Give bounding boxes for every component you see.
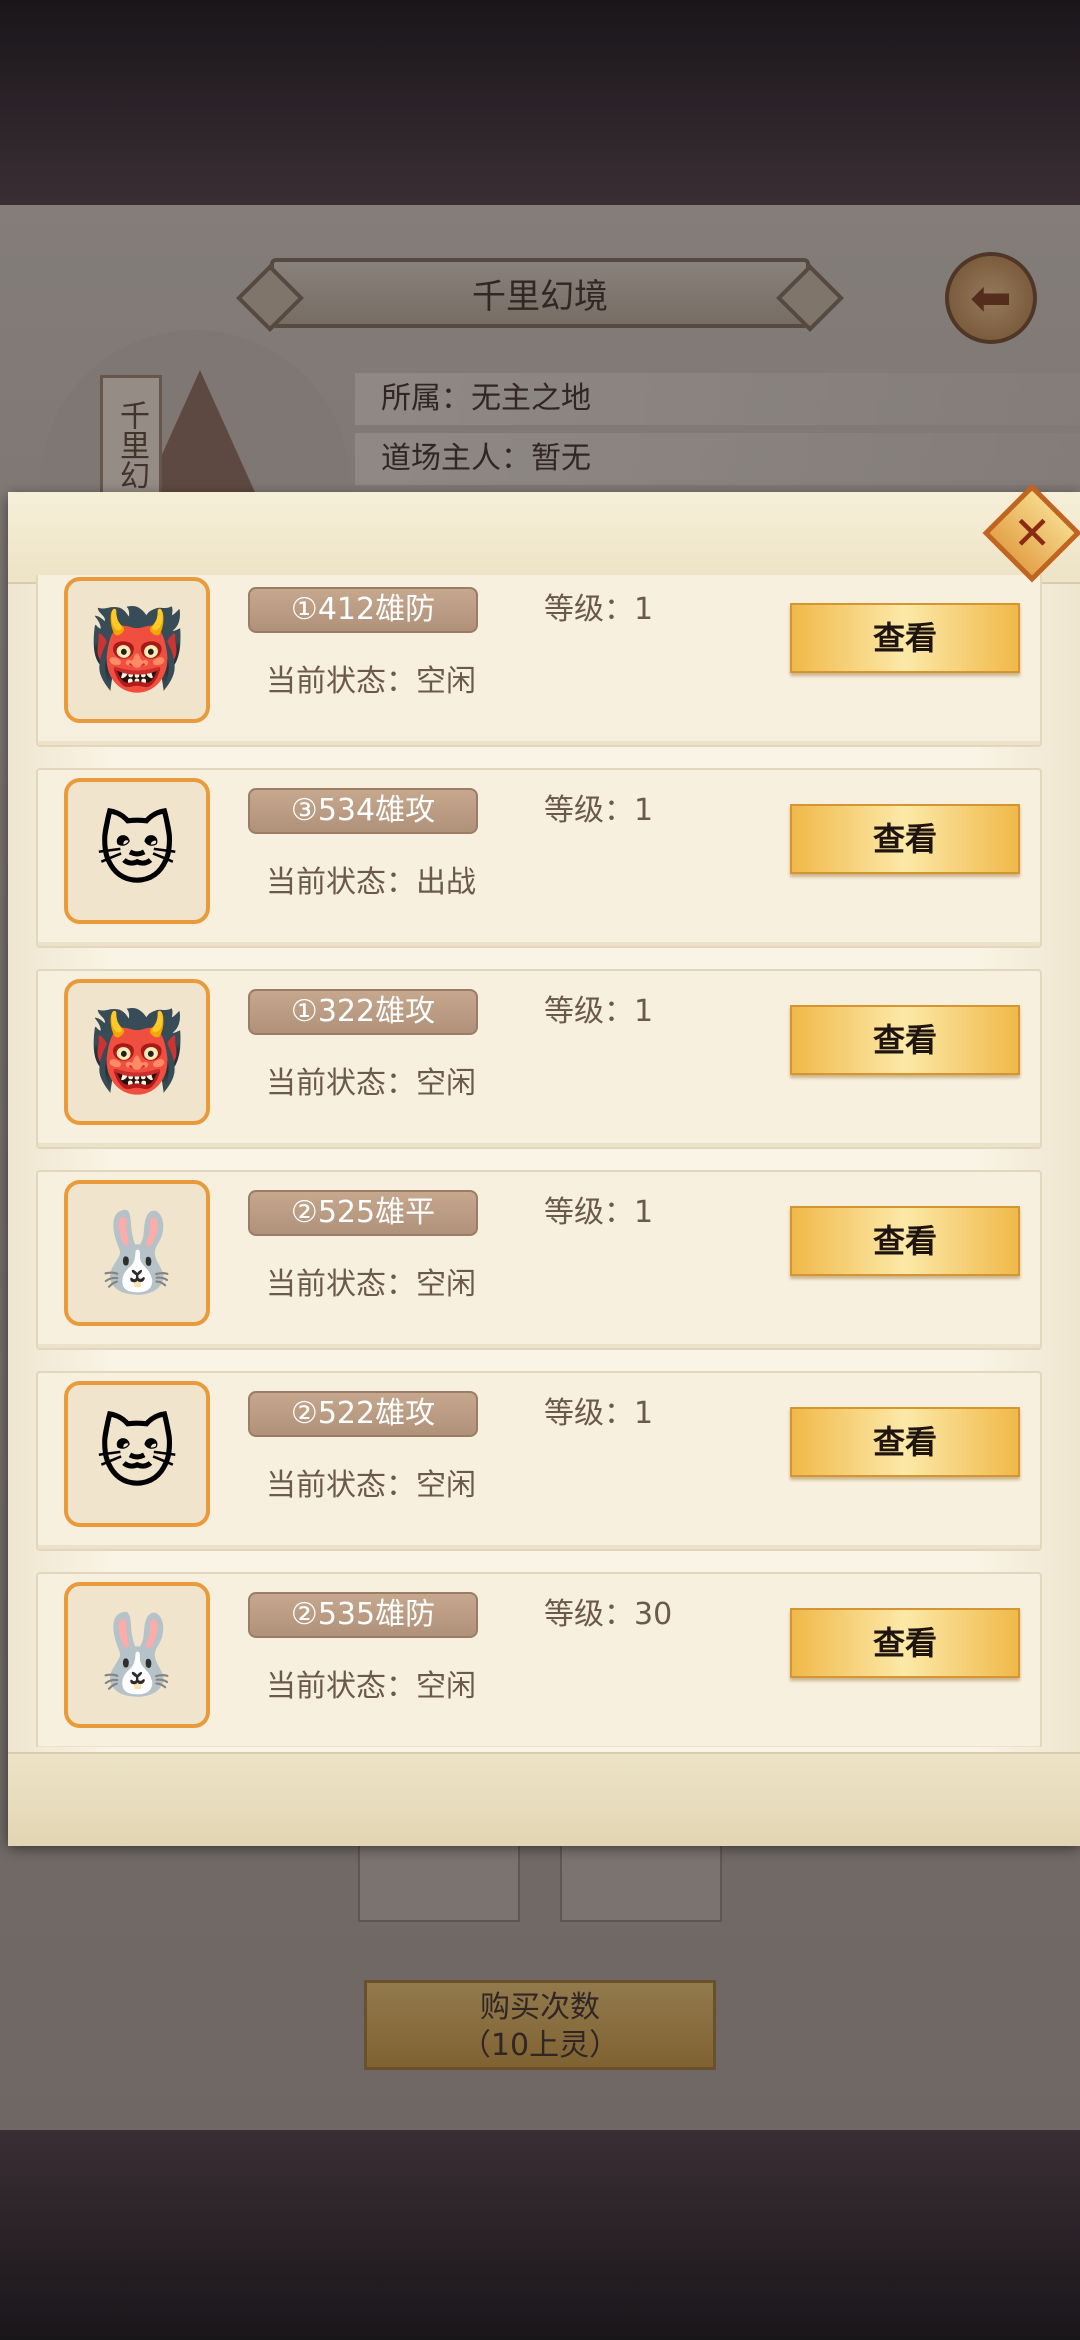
pet-status: 当前状态：空闲: [266, 664, 476, 699]
view-button[interactable]: 查看: [790, 1608, 1020, 1678]
pet-avatar-demon-warrior-icon[interactable]: 👹: [64, 577, 210, 723]
pet-card: 🐰 ②535雄防 等级：30 当前状态：空闲 查看: [36, 1572, 1042, 1747]
pet-avatar-white-rabbit-icon[interactable]: 🐰: [64, 1180, 210, 1326]
pet-card: 👹 ①412雄防 等级：1 当前状态：空闲 查看: [36, 575, 1042, 747]
pet-status: 当前状态：空闲: [266, 1669, 476, 1704]
popup-header-scroll: [8, 492, 1080, 584]
pet-name: ②522雄攻: [248, 1391, 478, 1437]
pet-name: ②525雄平: [248, 1190, 478, 1236]
view-button[interactable]: 查看: [790, 1005, 1020, 1075]
popup-footer-scroll: [8, 1752, 1080, 1846]
pet-avatar-white-cat-icon[interactable]: 🐱: [64, 1381, 210, 1527]
pet-avatar-demon-warrior-icon[interactable]: 👹: [64, 979, 210, 1125]
pet-card: 🐰 ②525雄平 等级：1 当前状态：空闲 查看: [36, 1170, 1042, 1350]
pet-level: 等级：1: [544, 592, 654, 627]
pet-name: ③534雄攻: [248, 788, 478, 834]
bottom-bar: [0, 2130, 1080, 2340]
pet-level: 等级：1: [544, 994, 654, 1029]
pet-avatar-white-rabbit-icon[interactable]: 🐰: [64, 1582, 210, 1728]
pet-status: 当前状态：出战: [266, 865, 476, 900]
view-button[interactable]: 查看: [790, 1206, 1020, 1276]
pet-list[interactable]: 👹 ①412雄防 等级：1 当前状态：空闲 查看 🐱 ③534雄攻 等级：1 当前状态：出战 查看…: [36, 575, 1042, 1747]
pet-level: 等级：1: [544, 1396, 654, 1431]
pet-card: 👹 ①322雄攻 等级：1 当前状态：空闲 查看: [36, 969, 1042, 1149]
view-button[interactable]: 查看: [790, 804, 1020, 874]
pet-card: 🐱 ③534雄攻 等级：1 当前状态：出战 查看: [36, 768, 1042, 948]
view-button[interactable]: 查看: [790, 1407, 1020, 1477]
pet-level: 等级：30: [544, 1597, 673, 1632]
pet-name: ①412雄防: [248, 587, 478, 633]
pet-status: 当前状态：空闲: [266, 1267, 476, 1302]
pet-status: 当前状态：空闲: [266, 1066, 476, 1101]
close-icon: ✕: [1012, 505, 1052, 560]
pet-level: 等级：1: [544, 1195, 654, 1230]
view-button[interactable]: 查看: [790, 603, 1020, 673]
pet-level: 等级：1: [544, 793, 654, 828]
top-bar: [0, 0, 1080, 205]
pet-avatar-white-cat-icon[interactable]: 🐱: [64, 778, 210, 924]
pet-status: 当前状态：空闲: [266, 1468, 476, 1503]
pet-card: 🐱 ②522雄攻 等级：1 当前状态：空闲 查看: [36, 1371, 1042, 1551]
pet-name: ②535雄防: [248, 1592, 478, 1638]
pet-name: ①322雄攻: [248, 989, 478, 1035]
